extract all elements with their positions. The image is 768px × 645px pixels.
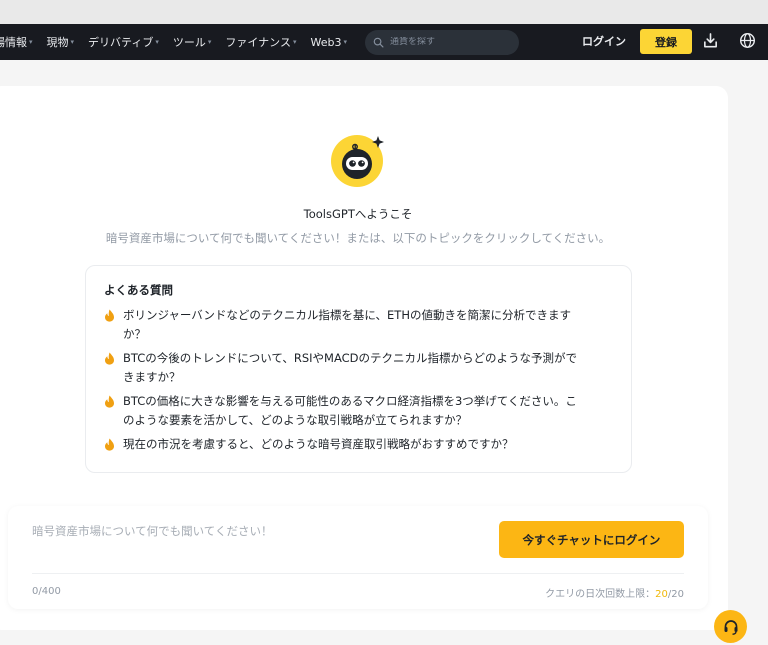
faq-item-line: のような要素を活かして、どのような取引戦略が立てられますか？ <box>123 413 468 427</box>
char-counter: 0/400 <box>32 586 61 597</box>
faq-item-text: BTCの今後のトレンドについて、RSIやMACDのテクニカル指標からどのような予… <box>123 349 577 387</box>
nav-item-web3[interactable]: Web3 ▾ <box>310 36 347 49</box>
faq-item-line: BTCの今後のトレンドについて、RSIやMACDのテクニカル指標からどのような予… <box>123 351 577 365</box>
download-icon[interactable] <box>702 32 719 49</box>
nav-item-label: 現物 <box>46 36 69 49</box>
search-icon <box>373 37 384 47</box>
fire-icon <box>105 438 114 451</box>
chevron-down-icon: ▾ <box>29 38 33 46</box>
nav-item-tools[interactable]: ツール ▾ <box>173 34 212 50</box>
browser-top-strip <box>0 0 768 24</box>
nav-item-label: 場情報 <box>0 36 27 49</box>
faq-title: よくある質問 <box>104 283 173 297</box>
faq-item-line: か？ <box>123 327 146 341</box>
faq-item-text: 現在の市況を考慮すると、どのような暗号資産取引戦略がおすすめですか？ <box>123 435 514 454</box>
headset-icon <box>724 619 737 635</box>
nav-item-label: デリバティブ <box>88 36 154 49</box>
quota-label: クエリの日次回数上限： <box>545 589 656 600</box>
nav-item-label: ツール <box>172 36 206 49</box>
faq-item-line: 現在の市況を考慮すると、どのような暗号資産取引戦略がおすすめですか？ <box>123 437 514 451</box>
nav-item-label: Web3 <box>310 35 342 49</box>
chevron-down-icon: ▾ <box>207 38 212 46</box>
faq-item-line: BTCの価格に大きな影響を与える可能性のあるマクロ経済指標を3つ挙げてください。… <box>123 394 577 408</box>
chat-input[interactable] <box>32 524 472 538</box>
quota-used: 20 <box>655 589 668 600</box>
signup-button[interactable]: 登録 <box>640 29 692 54</box>
search-box[interactable] <box>364 29 519 55</box>
fire-icon <box>105 352 114 365</box>
divider <box>32 573 684 574</box>
chevron-down-icon: ▾ <box>343 38 347 46</box>
chat-login-button[interactable]: 今すぐチャットにログイン <box>499 521 684 558</box>
faq-item[interactable]: ボリンジャーバンドなどのテクニカル指標を基に、ETHの値動きを簡潔に分析できます… <box>104 306 613 344</box>
robot-logo-icon <box>331 135 384 187</box>
support-chat-button[interactable] <box>714 610 747 643</box>
fire-icon <box>105 395 114 408</box>
faq-item-text: ボリンジャーバンドなどのテクニカル指標を基に、ETHの値動きを簡潔に分析できます… <box>123 306 571 344</box>
faq-panel: よくある質問 ボリンジャーバンドなどのテクニカル指標を基に、ETHの値動きを簡潔… <box>85 265 632 473</box>
faq-item-line: ボリンジャーバンドなどのテクニカル指標を基に、ETHの値動きを簡潔に分析できます <box>123 308 571 322</box>
fire-icon <box>105 309 114 322</box>
welcome-subtitle: 暗号資産市場について何でも聞いてください！または、以下のトピックをクリックしてく… <box>105 231 611 245</box>
chevron-down-icon: ▾ <box>155 38 159 46</box>
chevron-down-icon: ▾ <box>292 38 297 46</box>
nav-item-market[interactable]: 場情報▾ <box>0 34 33 50</box>
faq-item[interactable]: 現在の市況を考慮すると、どのような暗号資産取引戦略がおすすめですか？ <box>104 435 613 454</box>
daily-quota: クエリの日次回数上限：20/20 <box>545 585 684 600</box>
quota-total: /20 <box>667 589 684 600</box>
chat-input-box: 今すぐチャットにログイン 0/400 クエリの日次回数上限：20/20 <box>8 506 708 609</box>
nav-menu: 場情報▾ 現物▾ デリバティブ▾ ツール▾ ファイナンス▾ Web3▾ <box>0 29 519 55</box>
faq-item-line: きますか？ <box>123 370 181 384</box>
faq-item[interactable]: BTCの今後のトレンドについて、RSIやMACDのテクニカル指標からどのような予… <box>104 349 613 387</box>
welcome-title: ToolsGPTへようこそ <box>303 207 413 221</box>
nav-item-derivatives[interactable]: デリバティブ ▾ <box>88 34 159 50</box>
nav-item-label: ファイナンス <box>225 36 291 49</box>
faq-item-text: BTCの価格に大きな影響を与える可能性のあるマクロ経済指標を3つ挙げてください。… <box>123 392 577 430</box>
login-link[interactable]: ログイン <box>582 33 626 49</box>
globe-icon[interactable] <box>739 32 756 49</box>
nav-item-finance[interactable]: ファイナンス ▾ <box>225 34 296 50</box>
faq-item[interactable]: BTCの価格に大きな影響を与える可能性のあるマクロ経済指標を3つ挙げてください。… <box>104 392 613 430</box>
chevron-down-icon: ▾ <box>70 38 75 46</box>
nav-item-spot[interactable]: 現物 ▾ <box>47 34 75 50</box>
search-input[interactable] <box>389 37 510 47</box>
